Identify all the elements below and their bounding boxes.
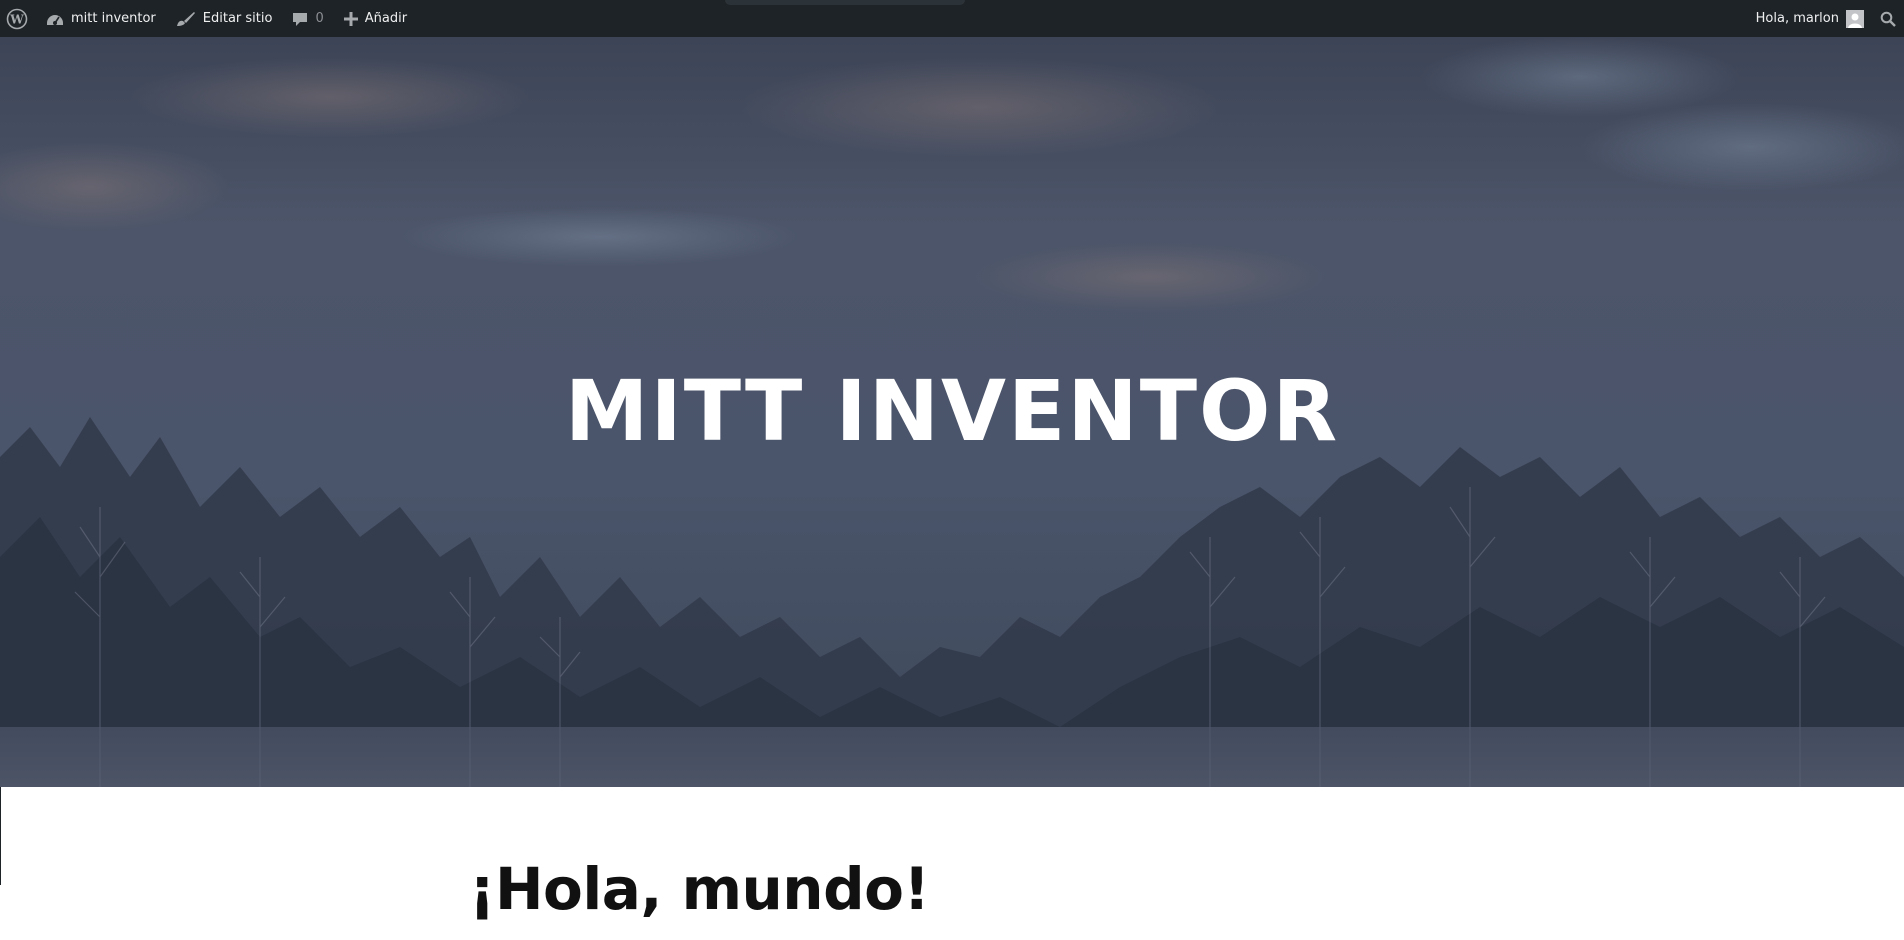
brush-icon bbox=[176, 11, 196, 27]
plus-icon bbox=[343, 11, 358, 26]
post-title[interactable]: ¡Hola, mundo! bbox=[469, 855, 930, 923]
add-new-menu[interactable]: Añadir bbox=[334, 0, 417, 37]
svg-text:W: W bbox=[9, 12, 24, 26]
site-name-link[interactable]: mitt inventor bbox=[36, 0, 166, 37]
dashboard-icon bbox=[46, 11, 64, 27]
comments-count: 0 bbox=[315, 11, 324, 26]
admin-bar: W mitt inventor Editar sitio 0 Añadir Ho… bbox=[0, 0, 1904, 37]
admin-bar-right: Hola, marlon bbox=[1746, 0, 1904, 37]
greeting-label: Hola, marlon bbox=[1755, 11, 1839, 26]
window-notch bbox=[725, 0, 965, 5]
hero-cover: MITT INVENTOR bbox=[0, 37, 1904, 787]
wordpress-menu[interactable]: W bbox=[0, 0, 36, 37]
site-title[interactable]: MITT INVENTOR bbox=[0, 362, 1904, 460]
edit-site-label: Editar sitio bbox=[202, 11, 273, 26]
comment-icon bbox=[292, 11, 308, 27]
user-avatar-icon bbox=[1846, 9, 1864, 28]
add-new-label: Añadir bbox=[364, 11, 408, 26]
site-name-label: mitt inventor bbox=[71, 11, 156, 26]
wordpress-icon: W bbox=[6, 8, 28, 30]
post-content-area bbox=[0, 787, 1904, 940]
page-left-border bbox=[0, 787, 1, 885]
admin-bar-left: W mitt inventor Editar sitio 0 Añadir bbox=[0, 0, 417, 37]
my-account-menu[interactable]: Hola, marlon bbox=[1746, 0, 1872, 37]
comments-link[interactable]: 0 bbox=[282, 0, 333, 37]
edit-site-link[interactable]: Editar sitio bbox=[166, 0, 283, 37]
search-icon bbox=[1880, 11, 1896, 27]
search-toggle[interactable] bbox=[1872, 0, 1904, 37]
